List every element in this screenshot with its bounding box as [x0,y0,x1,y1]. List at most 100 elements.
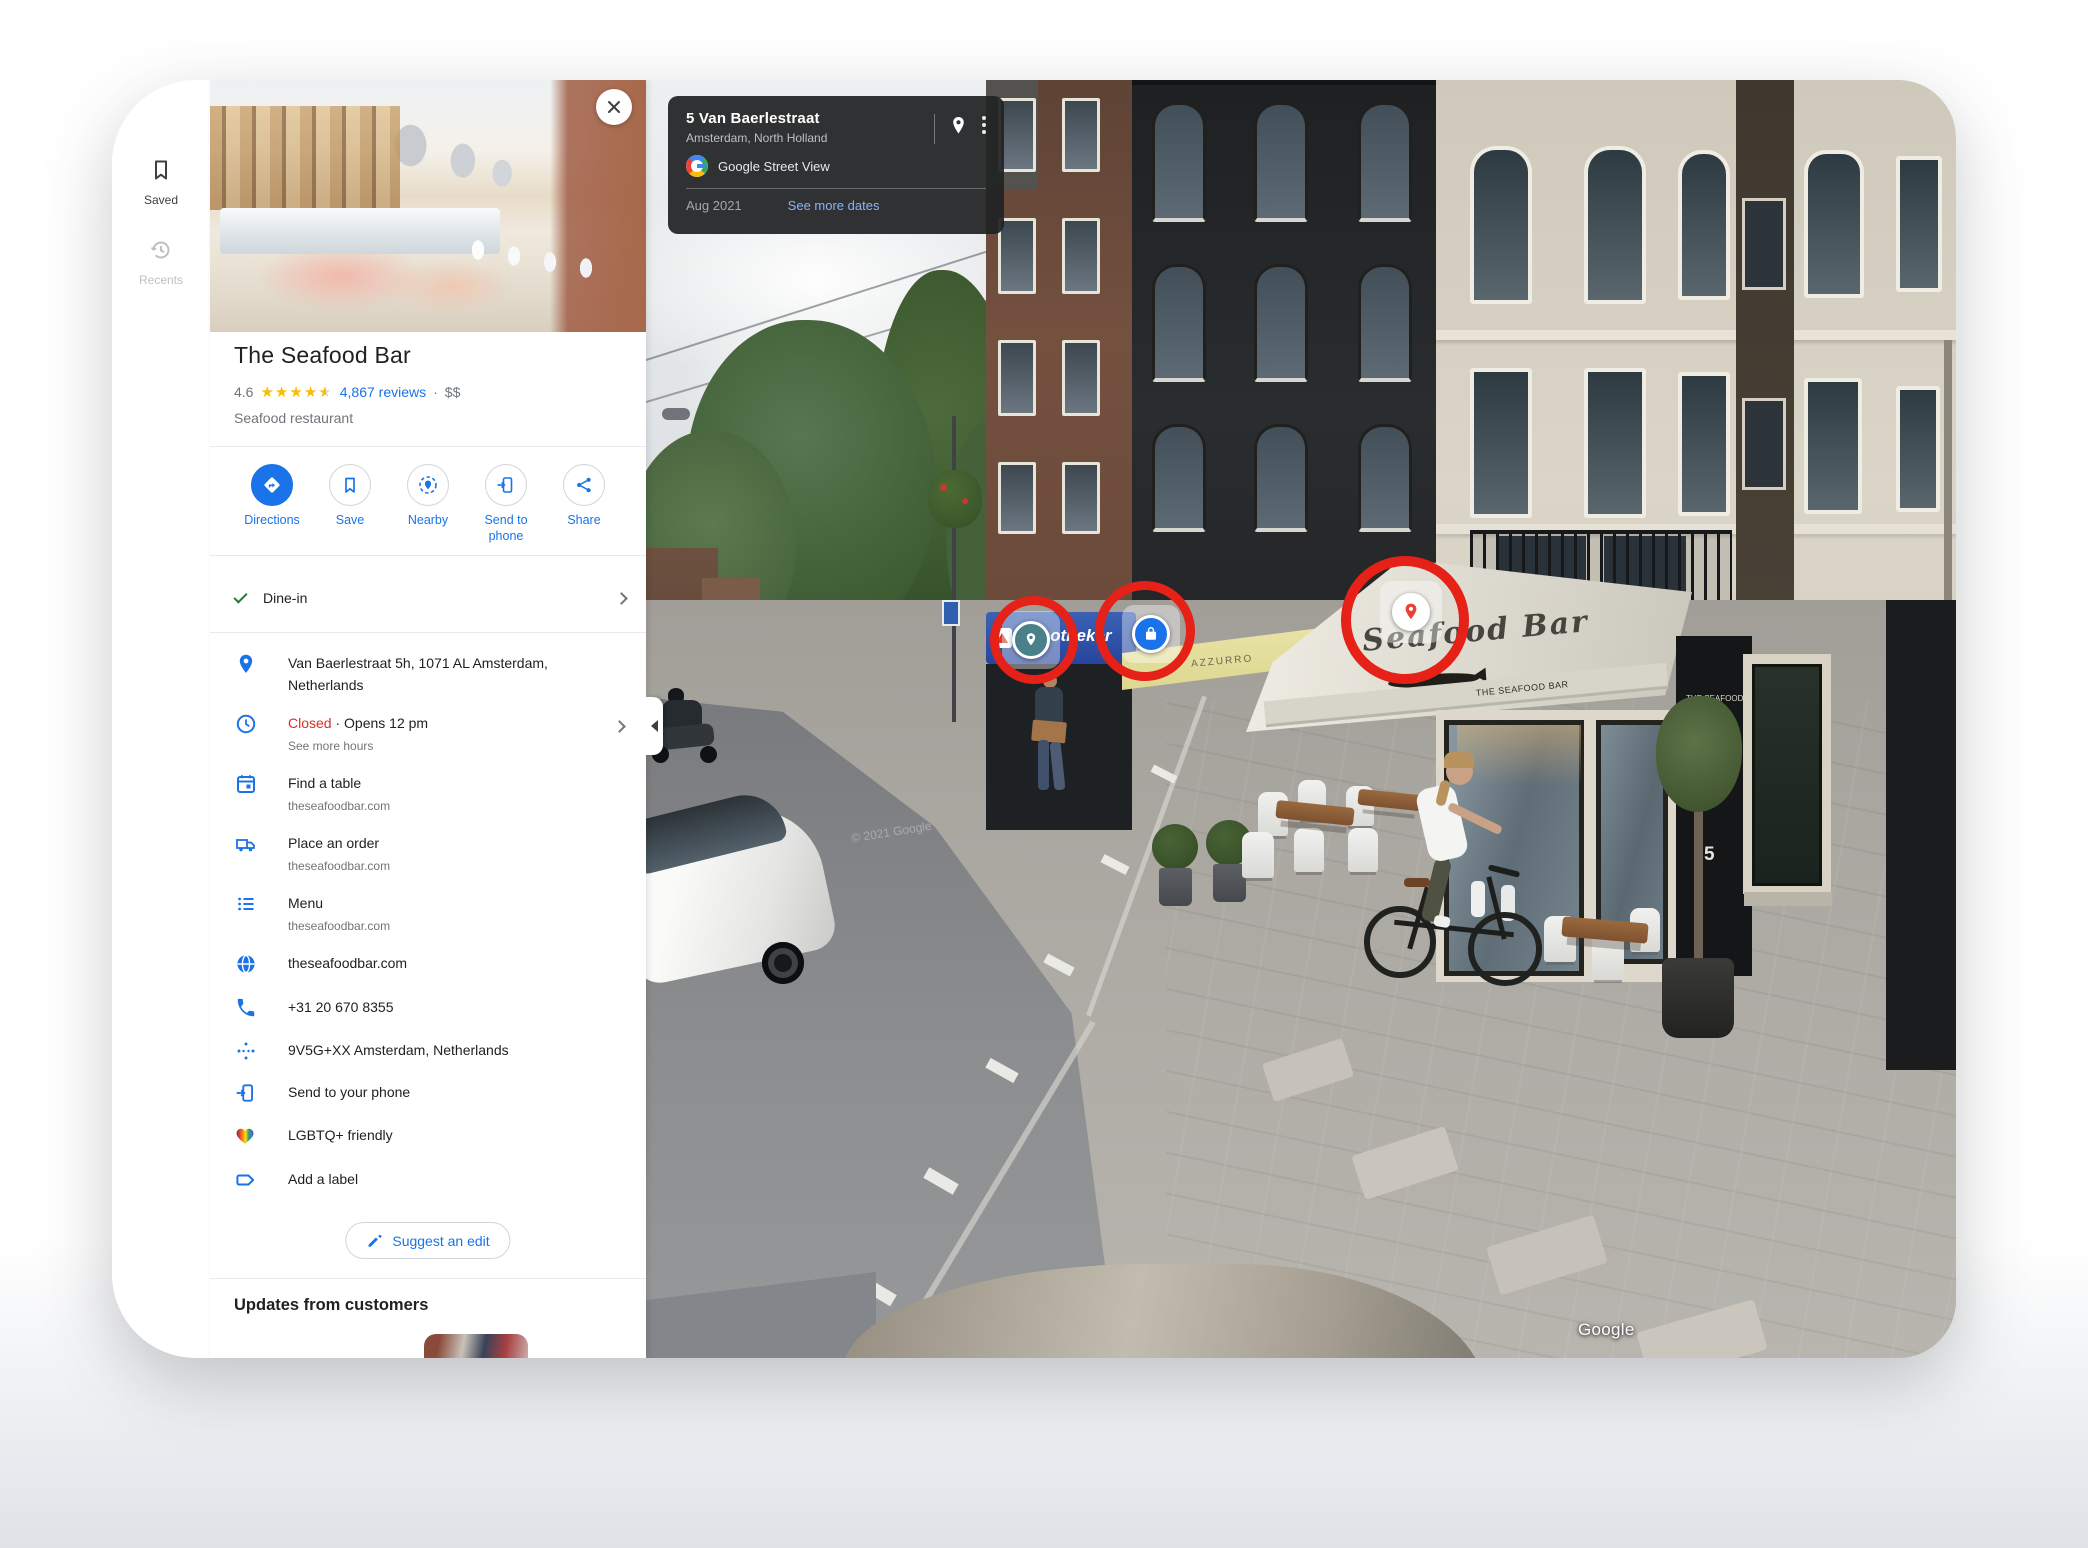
sidebar-item-saved[interactable]: Saved [112,158,210,207]
bay-tree [1152,824,1198,870]
sv-brand-row: Google Street View [686,155,986,177]
send-to-phone-button[interactable]: Send to phone [471,464,541,544]
cornice [1436,330,1956,340]
interior-glow [1457,725,1581,785]
sidebar-item-recents[interactable]: Recents [112,238,210,287]
save-bookmark-icon [329,464,371,506]
tree-pot [1662,958,1734,1038]
recents-clock-icon [149,238,173,267]
directions-button[interactable]: Directions [237,464,307,544]
bookmark-icon [149,158,173,187]
car-wheel [762,942,804,984]
recents-label: Recents [139,273,183,287]
street-view-canvas[interactable]: © 2021 Google Hypotheker AZZURRO Seafood… [646,80,1956,1358]
see-more-dates-link[interactable]: See more dates [788,198,880,213]
tree-trunk [1694,798,1703,968]
reviews-link[interactable]: 4,867 reviews [340,384,426,400]
dine-in-row[interactable]: Dine-in [234,580,626,616]
pole [952,416,956,722]
customer-update-thumbnail[interactable] [424,1334,528,1358]
pin-icon [951,116,966,136]
card-pin-button[interactable] [951,116,966,141]
card-divider [686,188,986,189]
share-button[interactable]: Share [549,464,619,544]
pencil-icon [366,1233,382,1249]
save-button[interactable]: Save [315,464,385,544]
street-sign [942,600,960,626]
bike-saddle [1404,878,1430,887]
suggest-edit-button[interactable]: Suggest an edit [345,1222,510,1259]
house-number: 5 [1704,844,1715,866]
flower [940,484,947,491]
chevron-right-icon [615,592,628,605]
saved-label: Saved [144,193,178,207]
green-door [1752,664,1822,886]
nearby-icon [407,464,449,506]
street-view-info-card: 5 Van Baerlestraat Amsterdam, North Holl… [668,96,1004,234]
pedestrian-leg [1038,740,1049,790]
door-step [1744,892,1832,906]
overflow-menu-icon[interactable] [982,116,986,134]
label-tag-icon [235,1169,259,1193]
updates-heading: Updates from customers [234,1296,428,1315]
divider [210,446,646,447]
nearby-button[interactable]: Nearby [393,464,463,544]
delivery-truck-icon [235,833,259,857]
window [1742,198,1786,290]
place-category: Seafood restaurant [234,410,353,426]
card-vertical-divider [934,114,935,144]
annotation-circle-3 [1341,556,1469,684]
dark-storefront [1886,600,1956,1070]
maps-window: Saved Recents The Seafood Bar 4.6 ★★★★★ … [112,80,1956,1358]
price-level: $$ [445,384,461,400]
divider [210,1278,646,1279]
rainbow-heart-icon [235,1125,259,1149]
action-bar: Directions Save Nearby Send to phone [210,464,646,544]
star-rating-icons: ★★★★★ [260,385,332,400]
divider [210,555,646,556]
window [1742,398,1786,490]
chevron-right-icon [613,720,626,733]
place-title: The Seafood Bar [234,342,411,369]
rating-value: 4.6 [234,384,253,400]
check-icon [233,589,247,603]
send-to-phone-icon [235,1082,259,1106]
calendar-icon [235,773,259,797]
planter-pot [1159,868,1192,906]
cyclist-hair [1444,752,1474,768]
google-maps-app: Saved Recents The Seafood Bar 4.6 ★★★★★ … [0,0,2088,1548]
clock-icon [235,713,259,737]
location-pin-icon [235,653,259,677]
globe-icon [235,953,259,977]
annotation-circle-2 [1095,581,1195,681]
divider [210,632,646,633]
google-watermark: Google [1578,1320,1635,1340]
annotation-circle-1 [990,596,1078,684]
menu-list-icon [235,893,259,917]
cardboard-box [1031,720,1067,744]
flower-basket [928,470,982,528]
place-hero-photo[interactable] [210,80,646,332]
bar-stool [1471,881,1485,917]
rating-row: 4.6 ★★★★★ 4,867 reviews · $$ [234,384,460,400]
sv-address-title: 5 Van Baerlestraat [686,110,986,127]
scooter-wheel [700,746,717,763]
close-icon [609,102,619,112]
directions-icon [251,464,293,506]
plus-code-icon [235,1040,259,1064]
collapse-arrow-icon [651,720,658,732]
phone-icon [235,997,259,1021]
street-lamp [662,408,690,420]
capture-date: Aug 2021 [686,198,742,213]
sv-address-subtitle: Amsterdam, North Holland [686,131,986,145]
google-logo-icon [686,155,708,177]
flower [962,498,968,504]
send-to-phone-icon [485,464,527,506]
place-panel: The Seafood Bar 4.6 ★★★★★ 4,867 reviews … [210,80,646,1358]
dot-separator: · [433,384,438,400]
mini-sidebar: Saved Recents [112,80,210,1358]
share-icon [563,464,605,506]
panel-collapse-handle[interactable] [646,697,663,755]
bike-front-wheel [1468,912,1542,986]
close-button[interactable] [596,89,632,125]
